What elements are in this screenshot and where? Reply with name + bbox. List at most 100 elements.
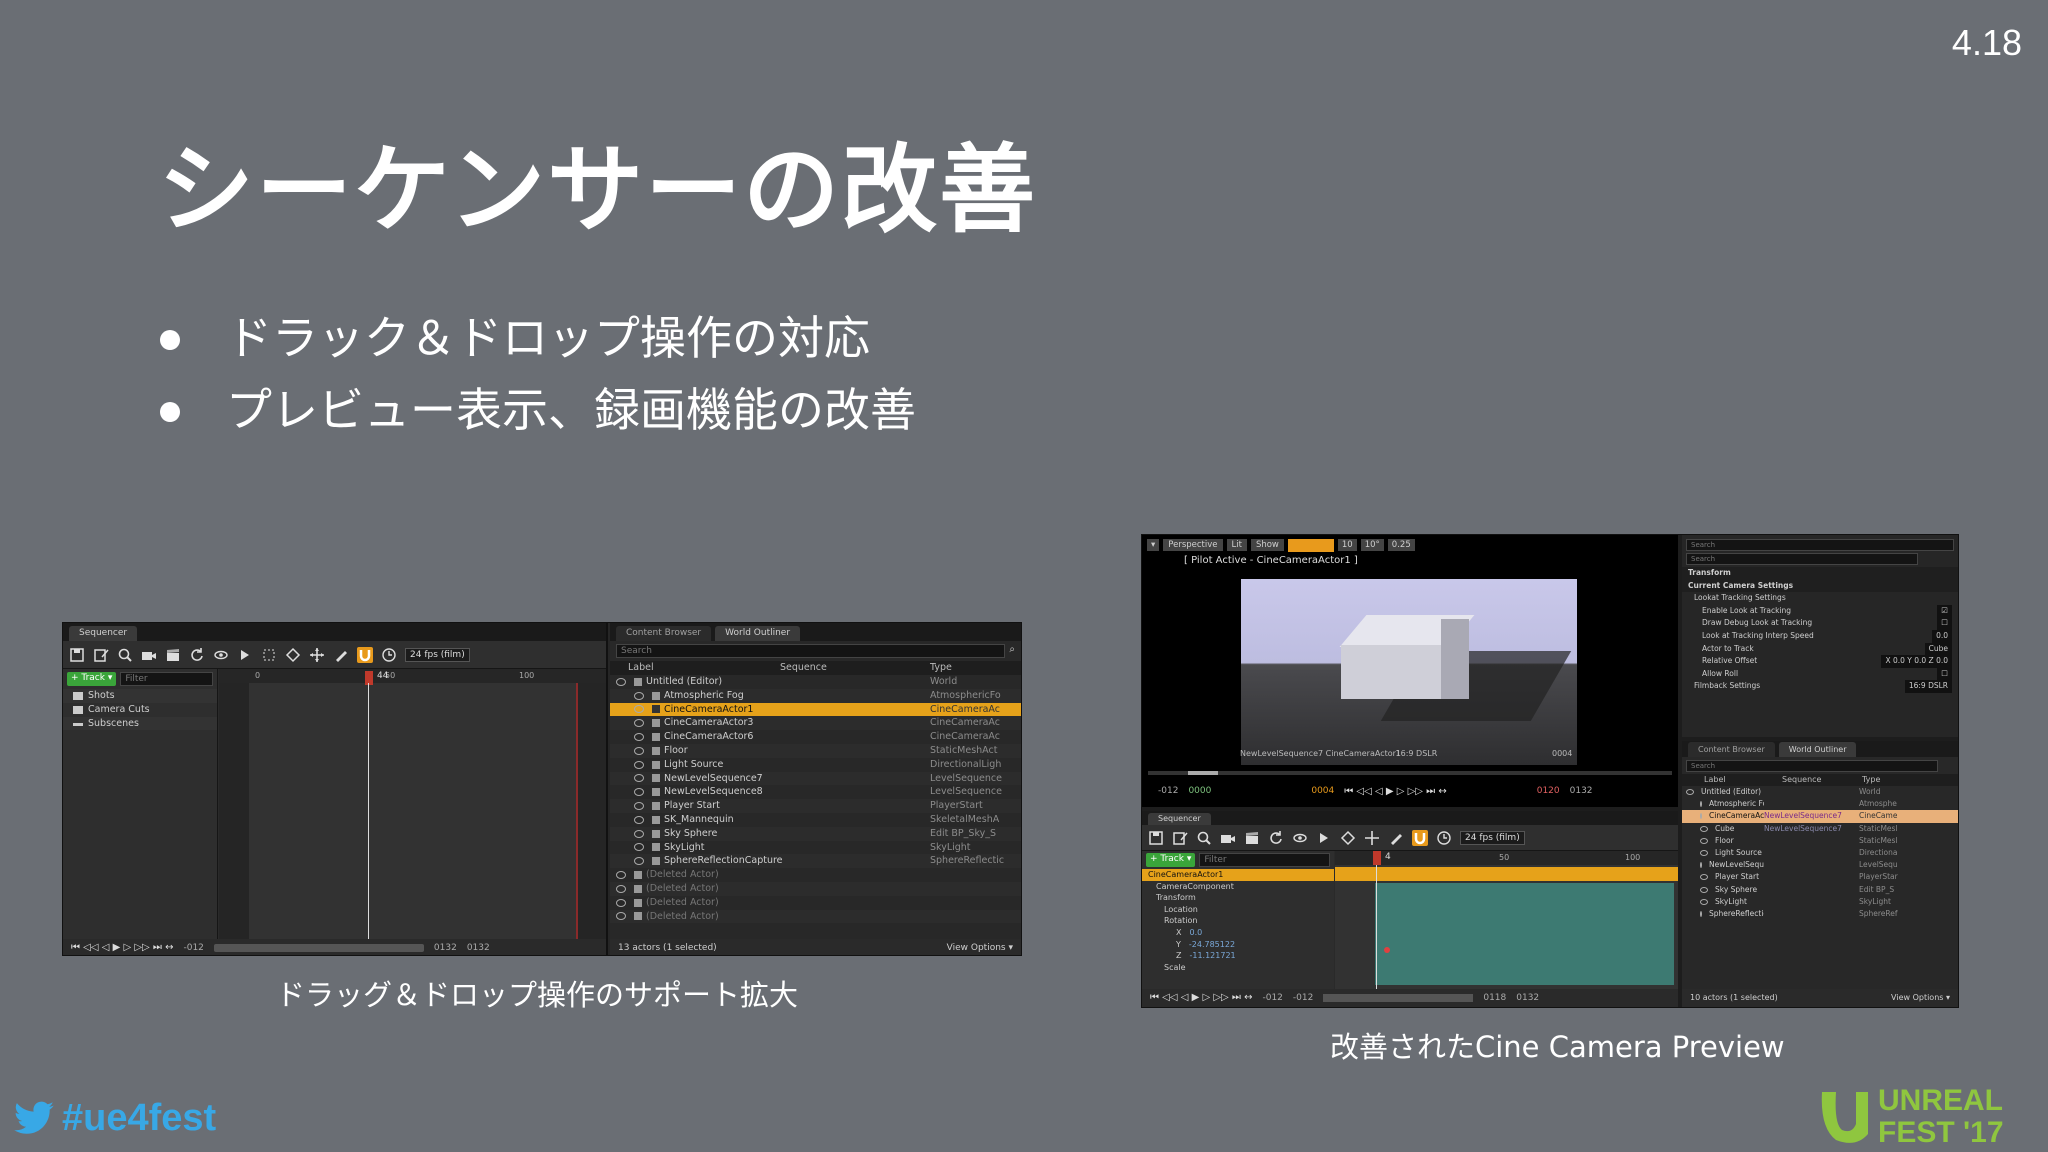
- visibility-eye-icon[interactable]: [634, 774, 644, 783]
- tab-content-browser[interactable]: Content Browser: [1688, 742, 1775, 757]
- add-track-button[interactable]: + Track ▾: [1146, 853, 1196, 867]
- details-value[interactable]: ☐: [1937, 667, 1952, 681]
- tab-world-outliner[interactable]: World Outliner: [715, 626, 801, 641]
- outliner-row[interactable]: Player Start PlayerStar: [1682, 871, 1958, 883]
- outliner-row[interactable]: (Deleted Actor): [610, 909, 1021, 924]
- pen-icon[interactable]: [1388, 830, 1404, 846]
- save-icon[interactable]: [69, 647, 85, 663]
- timeline-scrollbar[interactable]: [1323, 994, 1474, 1002]
- outliner-row[interactable]: Player Start PlayerStart: [610, 799, 1021, 813]
- details-search-2[interactable]: Search: [1686, 553, 1918, 565]
- add-track-button[interactable]: + Track ▾: [67, 672, 117, 686]
- visibility-eye-icon[interactable]: [634, 746, 644, 755]
- track-row[interactable]: Y -24.785122: [1142, 939, 1334, 951]
- fps-dropdown[interactable]: 24 fps (film): [1460, 830, 1525, 845]
- play-dropdown-icon[interactable]: [237, 647, 253, 663]
- clock-icon[interactable]: [1436, 830, 1452, 846]
- track-row[interactable]: Z -11.121721: [1142, 950, 1334, 962]
- clapper-icon[interactable]: [1244, 830, 1260, 846]
- visibility-eye-icon[interactable]: [1700, 813, 1702, 820]
- track-row[interactable]: Location: [1142, 904, 1334, 916]
- lit-button[interactable]: Lit: [1226, 539, 1247, 551]
- outliner-row[interactable]: NewLevelSequence7 LevelSequence: [610, 771, 1021, 786]
- track-row[interactable]: CameraComponent: [1142, 881, 1334, 893]
- clock-icon[interactable]: [381, 647, 397, 663]
- transport-controls[interactable]: ⏮ ◁◁ ◁ ▶ ▷ ▷▷ ⏭ ↔: [1150, 989, 1252, 1007]
- transport-controls[interactable]: ⏮ ◁◁ ◁ ▶ ▷ ▷▷ ⏭ ↔: [71, 939, 173, 955]
- visibility-eye-icon[interactable]: [1700, 862, 1702, 869]
- visibility-eye-icon[interactable]: [616, 898, 626, 907]
- outliner-row[interactable]: (Deleted Actor): [610, 868, 1021, 882]
- details-row[interactable]: Current Camera Settings: [1682, 579, 1958, 593]
- visibility-eye-icon[interactable]: [1686, 789, 1694, 795]
- visibility-eye-icon[interactable]: [616, 884, 626, 893]
- track-row[interactable]: Transform: [1142, 892, 1334, 904]
- visibility-eye-icon[interactable]: [1700, 849, 1708, 856]
- details-value[interactable]: ☑: [1937, 604, 1952, 618]
- outliner-row[interactable]: SphereReflectionCapture SphereReflectic: [610, 854, 1021, 869]
- visibility-eye-icon[interactable]: [634, 691, 644, 700]
- outliner-row[interactable]: Untitled (Editor) World: [610, 675, 1021, 689]
- grid-snap-value[interactable]: 10: [1337, 539, 1357, 551]
- track-value[interactable]: -24.785122: [1189, 939, 1235, 951]
- details-value[interactable]: Cube: [1924, 642, 1952, 656]
- track-filter-input[interactable]: Filter: [1199, 853, 1330, 867]
- search-icon[interactable]: [1196, 830, 1212, 846]
- eye-dropdown-icon[interactable]: [1292, 830, 1308, 846]
- outliner-row[interactable]: Sky Sphere Edit BP_S: [1682, 884, 1958, 896]
- visibility-eye-icon[interactable]: [634, 815, 644, 824]
- visibility-eye-icon[interactable]: [634, 843, 644, 852]
- fps-dropdown[interactable]: 24 fps (film): [405, 647, 470, 662]
- outliner-row[interactable]: CineCameraActor1 CineCameraAc: [610, 702, 1021, 717]
- details-row[interactable]: Enable Look at Tracking ☑: [1682, 604, 1958, 618]
- visibility-eye-icon[interactable]: [634, 719, 644, 728]
- outliner-row[interactable]: SkyLight SkyLight: [1682, 896, 1958, 908]
- selection-icon[interactable]: [261, 647, 277, 663]
- outliner-row[interactable]: (Deleted Actor): [610, 881, 1021, 896]
- details-value[interactable]: ☐: [1937, 617, 1952, 630]
- magnet-snap-icon[interactable]: [1412, 829, 1428, 846]
- outliner-row[interactable]: Untitled (Editor) World: [1682, 786, 1958, 798]
- visibility-eye-icon[interactable]: [634, 760, 644, 769]
- details-row[interactable]: Lookat Tracking Settings: [1682, 592, 1958, 605]
- track-filter-input[interactable]: Filter: [120, 672, 213, 686]
- track-value[interactable]: -11.121721: [1189, 950, 1235, 962]
- camera-icon[interactable]: [1220, 830, 1236, 846]
- save-icon[interactable]: [1148, 830, 1164, 846]
- outliner-row[interactable]: NewLevelSequence8 LevelSequence: [610, 785, 1021, 799]
- details-value[interactable]: 16:9 DSLR: [1904, 680, 1952, 693]
- twitter-hashtag[interactable]: #ue4fest: [12, 1097, 216, 1140]
- rotation-snap-value[interactable]: 10°: [1360, 539, 1384, 551]
- pen-icon[interactable]: [333, 647, 349, 663]
- visibility-eye-icon[interactable]: [634, 802, 644, 811]
- key-icon[interactable]: [285, 647, 301, 663]
- save-as-icon[interactable]: [1172, 830, 1188, 846]
- save-as-icon[interactable]: [93, 647, 109, 663]
- outliner-row[interactable]: CineCameraActor3 CineCameraAc: [610, 716, 1021, 731]
- outliner-row[interactable]: Floor StaticMesl: [1682, 835, 1958, 847]
- transform-icon[interactable]: [309, 647, 325, 663]
- visibility-eye-icon[interactable]: [1700, 837, 1708, 844]
- outliner-search-input[interactable]: Search: [616, 644, 1006, 658]
- visibility-eye-icon[interactable]: [634, 733, 644, 742]
- playhead[interactable]: [1373, 851, 1381, 865]
- tab-sequencer[interactable]: Sequencer: [1148, 813, 1211, 825]
- outliner-row[interactable]: Light Source DirectionalLigh: [610, 758, 1021, 772]
- outliner-row[interactable]: CineCameraAct NewLevelSequence7 CineCame: [1682, 810, 1958, 823]
- details-value[interactable]: X 0.0 Y 0.0 Z 0.0: [1881, 655, 1952, 668]
- track-row[interactable]: Shots: [63, 689, 217, 703]
- visibility-eye-icon[interactable]: [634, 857, 644, 866]
- track-value[interactable]: 0.0: [1189, 927, 1202, 939]
- tab-sequencer[interactable]: Sequencer: [69, 626, 138, 641]
- transform-icon[interactable]: [1364, 830, 1380, 846]
- camera-icon[interactable]: [141, 647, 157, 663]
- key-icon[interactable]: [1340, 830, 1356, 846]
- visibility-eye-icon[interactable]: [1700, 874, 1708, 881]
- tab-content-browser[interactable]: Content Browser: [616, 626, 712, 641]
- play-dropdown-icon[interactable]: [1316, 830, 1332, 846]
- visibility-eye-icon[interactable]: [1700, 825, 1708, 832]
- outliner-row[interactable]: SK_Mannequin SkeletalMeshA: [610, 813, 1021, 827]
- outliner-row[interactable]: Atmospheric Fo Atmosphe: [1682, 798, 1958, 810]
- visibility-eye-icon[interactable]: [634, 788, 644, 797]
- magnet-snap-icon[interactable]: [357, 646, 373, 663]
